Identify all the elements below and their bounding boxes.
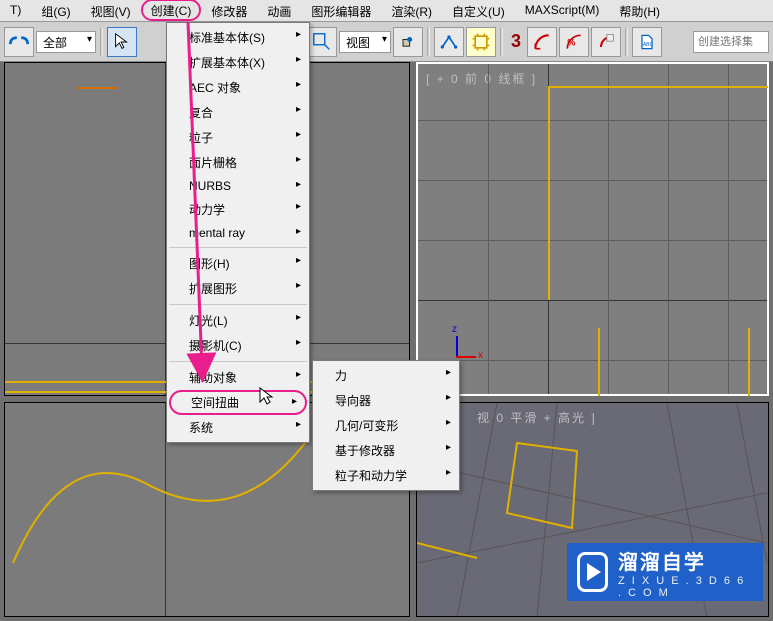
watermark-url: Z I X U E . 3 D 6 6 . C O M [618,575,753,599]
menu-modifiers[interactable]: 修改器 [201,0,257,21]
scope-dropdown[interactable]: 全部 [36,31,96,53]
viewport-top-right[interactable]: [ + 0 前 0 线框 ] xz [416,62,769,396]
toolbar-sep [100,28,103,56]
snap-spinner-icon[interactable] [591,27,621,57]
axis-constraint-icon[interactable] [434,27,464,57]
menu-t[interactable]: T) [0,0,31,21]
toolbar: 全部 视图 3 % ABC [0,22,773,62]
menu-view[interactable]: 视图(V) [81,0,141,21]
menu-create[interactable]: 创建(C) [141,0,202,21]
submenu-particles-dynamics[interactable]: 粒子和动力学 [313,463,459,488]
menu-nurbs[interactable]: NURBS [167,175,309,197]
watermark: 溜溜自学 Z I X U E . 3 D 6 6 . C O M [567,543,763,601]
view-dropdown[interactable]: 视图 [339,31,391,53]
submenu-geo-deformable[interactable]: 几何/可变形 [313,413,459,438]
snap-percent-icon[interactable]: % [559,27,589,57]
menu-helpers[interactable]: 辅助对象 [167,365,309,390]
selection-set-input[interactable] [693,31,769,53]
menu-customize[interactable]: 自定义(U) [442,0,515,21]
coord-icon[interactable] [307,27,337,57]
space-warp-submenu: 力 导向器 几何/可变形 基于修改器 粒子和动力学 [312,360,460,491]
watermark-title: 溜溜自学 [618,546,753,575]
cursor-icon [258,386,276,406]
menu-maxscript[interactable]: MAXScript(M) [515,0,610,21]
play-icon [577,552,608,592]
menu-group[interactable]: 组(G) [31,0,80,21]
toolbar-sep [500,28,503,56]
select-icon[interactable] [107,27,137,57]
link-icon[interactable] [4,27,34,57]
menu-space-warp[interactable]: 空间扭曲 [169,390,307,415]
menubar: T) 组(G) 视图(V) 创建(C) 修改器 动画 图形编辑器 渲染(R) 自… [0,0,773,22]
menu-aec-objects[interactable]: AEC 对象 [167,75,309,100]
menu-lights[interactable]: 灯光(L) [167,308,309,333]
toolbar-sep [427,28,430,56]
pivot-icon[interactable] [393,27,423,57]
select-object-icon[interactable] [466,27,496,57]
menu-extended-shapes[interactable]: 扩展图形 [167,276,309,301]
toolbar-sep [625,28,628,56]
menu-graph-editors[interactable]: 图形编辑器 [301,0,381,21]
svg-text:ABC: ABC [643,42,654,48]
menu-systems[interactable]: 系统 [167,415,309,440]
viewport-label-front: [ + 0 前 0 线框 ] [426,70,537,87]
menu-separator [169,361,307,362]
menu-shapes[interactable]: 图形(H) [167,251,309,276]
submenu-deflectors[interactable]: 导向器 [313,388,459,413]
menu-standard-primitives[interactable]: 标准基本体(S) [167,25,309,50]
menu-separator [169,247,307,248]
menu-mentalray[interactable]: mental ray [167,222,309,244]
snap-angle-icon[interactable] [527,27,557,57]
submenu-forces[interactable]: 力 [313,363,459,388]
menu-animation[interactable]: 动画 [257,0,301,21]
menu-render[interactable]: 渲染(R) [381,0,442,21]
menu-separator [169,304,307,305]
menu-dynamics[interactable]: 动力学 [167,197,309,222]
menu-particles[interactable]: 粒子 [167,125,309,150]
menu-cameras[interactable]: 摄影机(C) [167,333,309,358]
menu-help[interactable]: 帮助(H) [609,0,670,21]
create-menu: 标准基本体(S) 扩展基本体(X) AEC 对象 复合 粒子 面片栅格 NURB… [166,22,310,443]
viewport-area: [ + 0 前 0 线框 ] xz 视 0 平滑 + 高光 ] [0,62,773,621]
menu-patch-grids[interactable]: 面片栅格 [167,150,309,175]
toolbar-three: 3 [507,31,525,52]
submenu-modifier-based[interactable]: 基于修改器 [313,438,459,463]
named-sel-icon[interactable]: ABC [632,27,662,57]
menu-compound[interactable]: 复合 [167,100,309,125]
menu-extended-primitives[interactable]: 扩展基本体(X) [167,50,309,75]
